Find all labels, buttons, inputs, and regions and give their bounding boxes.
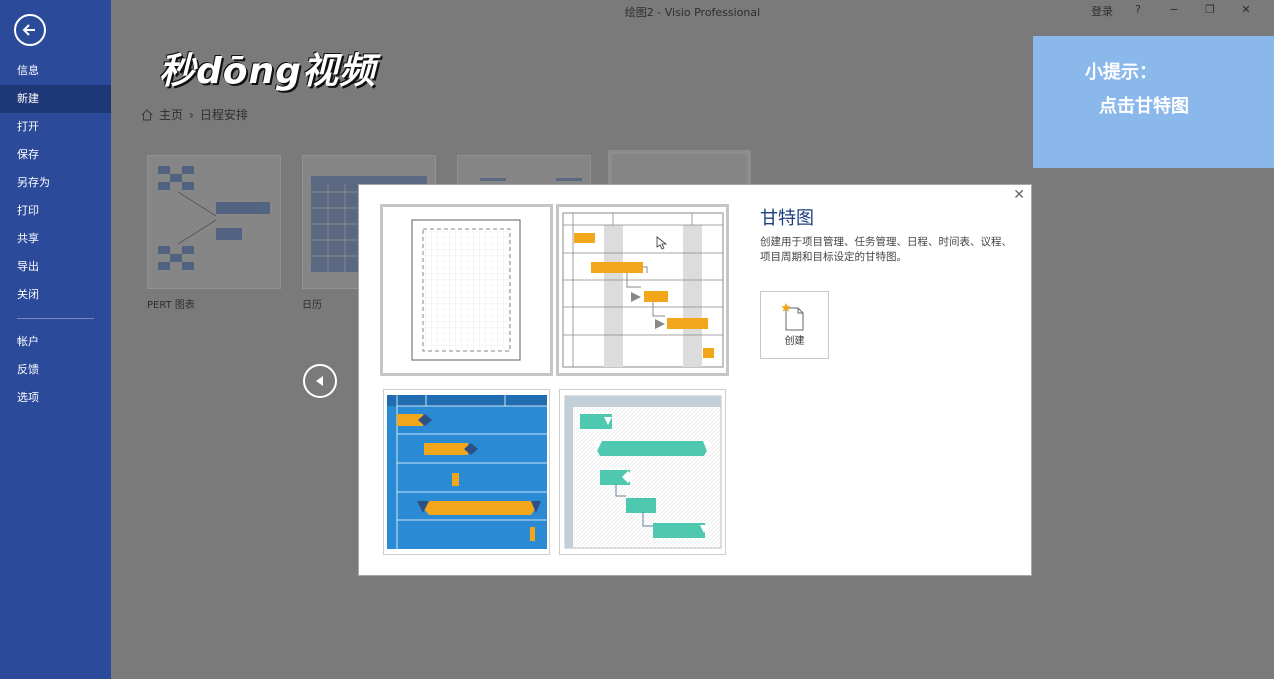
variant-blank[interactable] [380, 204, 553, 376]
pert-chart-thumbnail [158, 166, 270, 270]
menu-open[interactable]: 打开 [0, 113, 111, 141]
menu-export[interactable]: 导出 [0, 253, 111, 281]
menu-save[interactable]: 保存 [0, 141, 111, 169]
blank-grid-preview [411, 219, 521, 361]
window-controls: 登录 ? − ❐ ✕ [1084, 3, 1264, 19]
restore-button[interactable]: ❐ [1192, 3, 1228, 19]
gantt-teal-preview [564, 395, 722, 549]
new-document-icon [781, 303, 804, 331]
breadcrumb-home[interactable]: 主页 [159, 106, 183, 123]
template-pert-chart[interactable] [147, 155, 281, 289]
hint-title: 小提示： [1085, 62, 1157, 83]
breadcrumb-separator: › [189, 107, 194, 122]
menu-print[interactable]: 打印 [0, 197, 111, 225]
signin-link[interactable]: 登录 [1084, 3, 1120, 19]
dialog-close-button[interactable]: ✕ [1013, 187, 1025, 203]
menu-new[interactable]: 新建 [0, 85, 111, 113]
create-label: 创建 [784, 336, 805, 347]
menu-options[interactable]: 选项 [0, 384, 111, 412]
breadcrumb-current: 日程安排 [199, 108, 248, 122]
backstage-menu: 信息 新建 打开 保存 另存为 打印 共享 导出 关闭 帐户 反馈 选项 [0, 57, 111, 412]
variant-gantt-blue[interactable] [383, 389, 550, 555]
gantt-basic-preview [562, 212, 724, 368]
title-bar: 绘图2 - Visio Professional 登录 ? − ❐ ✕ [111, 0, 1274, 24]
menu-feedback[interactable]: 反馈 [0, 356, 111, 384]
breadcrumb: 主页 › 日程安排 [141, 106, 248, 123]
gantt-blue-preview [387, 395, 547, 549]
previous-template-button[interactable] [303, 364, 337, 398]
template-preview-dialog: ✕ 甘特图 创建用于项目管理、任务管理、日程、时间表、议程、项目周期和目标设定的… [358, 184, 1032, 576]
template-pert-label: PERT 图表 [147, 300, 195, 311]
dialog-title: 甘特图 [760, 208, 814, 229]
arrow-left-icon [22, 24, 35, 36]
close-window-button[interactable]: ✕ [1228, 3, 1264, 19]
dialog-description: 创建用于项目管理、任务管理、日程、时间表、议程、项目周期和目标设定的甘特图。 [760, 236, 1012, 263]
watermark-logo: 秒dōng视频 [159, 51, 376, 92]
variant-gantt-teal[interactable] [559, 389, 726, 555]
back-button[interactable] [14, 14, 46, 46]
menu-close[interactable]: 关闭 [0, 281, 111, 309]
hint-text: 点击甘特图 [1099, 96, 1189, 117]
timeline-thumbnail [480, 178, 582, 181]
template-calendar-label: 日历 [302, 300, 322, 311]
menu-save-as[interactable]: 另存为 [0, 169, 111, 197]
hint-box: 小提示： 点击甘特图 [1033, 36, 1274, 168]
menu-account[interactable]: 帐户 [0, 328, 111, 356]
home-icon[interactable] [141, 108, 153, 121]
menu-divider [17, 318, 94, 319]
backstage-sidebar: 信息 新建 打开 保存 另存为 打印 共享 导出 关闭 帐户 反馈 选项 [0, 0, 111, 679]
help-button[interactable]: ? [1120, 3, 1156, 19]
minimize-button[interactable]: − [1156, 3, 1192, 19]
menu-share[interactable]: 共享 [0, 225, 111, 253]
variant-gantt-basic[interactable] [556, 204, 729, 376]
triangle-left-icon [316, 376, 323, 386]
create-button[interactable]: 创建 [760, 291, 829, 359]
menu-info[interactable]: 信息 [0, 57, 111, 85]
